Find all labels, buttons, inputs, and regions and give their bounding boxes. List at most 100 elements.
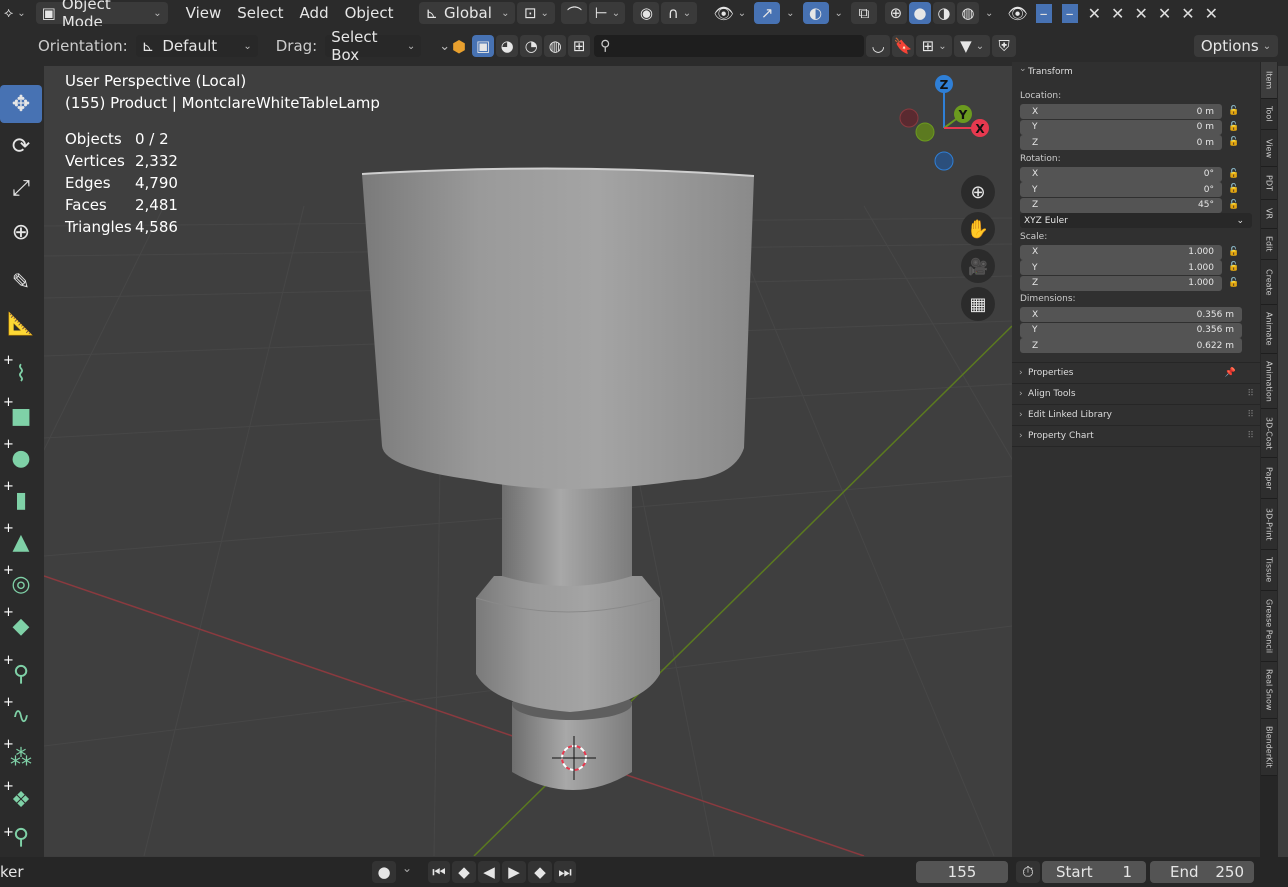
- drag-dropdown[interactable]: Select Box ⌄: [325, 28, 422, 64]
- visibility-eye-icon[interactable]: 👁: [713, 4, 733, 23]
- menu-object[interactable]: Object: [337, 4, 402, 22]
- menu-view[interactable]: View: [178, 4, 230, 22]
- rotation-y-field[interactable]: Y 0°: [1020, 182, 1222, 197]
- close-icon[interactable]: ✕: [1205, 4, 1218, 23]
- curve-icon[interactable]: ◡: [866, 35, 891, 57]
- property-chart-section-header[interactable]: Property Chart⠿: [1012, 426, 1260, 447]
- add-object-tool-5[interactable]: + ⚲: [0, 825, 42, 850]
- camera-button[interactable]: 🎥: [961, 249, 995, 283]
- scale-tool[interactable]: ⤢: [0, 169, 42, 207]
- hierarchy-icon[interactable]: ⊞: [568, 35, 591, 57]
- close-icon[interactable]: ✕: [1158, 4, 1171, 23]
- jump-end-button[interactable]: ⏭: [554, 861, 576, 883]
- edit-linked-library-section-header[interactable]: Edit Linked Library⠿: [1012, 405, 1260, 426]
- stopwatch-button[interactable]: ⏱: [1016, 861, 1040, 883]
- shading-solid[interactable]: ●: [908, 2, 931, 24]
- add-cube-tool[interactable]: + ■: [0, 395, 42, 435]
- jump-start-button[interactable]: ⏮: [428, 861, 450, 883]
- dimensions-y-field[interactable]: Y 0.356 m: [1020, 322, 1242, 338]
- editor-type-icon[interactable]: ⟡: [4, 5, 13, 21]
- eye-icon[interactable]: 👁: [1007, 4, 1027, 23]
- tab-item[interactable]: Item: [1261, 62, 1277, 99]
- lock-icon[interactable]: 🔓: [1228, 278, 1239, 288]
- lock-icon[interactable]: 🔓: [1228, 169, 1239, 179]
- drag-handle-icon[interactable]: ⠿: [1247, 405, 1254, 425]
- close-icon[interactable]: ✕: [1134, 4, 1147, 23]
- add-object-tool-3[interactable]: + ⁂: [0, 737, 42, 777]
- close-icon[interactable]: ✕: [1088, 4, 1101, 23]
- add-object-tool-4[interactable]: + ❖: [0, 779, 42, 819]
- tab-grease-pencil[interactable]: Grease Pencil: [1261, 591, 1277, 662]
- lock-icon[interactable]: 🔓: [1228, 137, 1239, 147]
- keyframe-record-button[interactable]: ●: [372, 861, 396, 883]
- add-wedge-tool[interactable]: + ◆: [0, 605, 42, 645]
- prev-keyframe-button[interactable]: ◆: [452, 861, 476, 883]
- world-icon[interactable]: ◍: [544, 35, 567, 57]
- tab-create[interactable]: Create: [1261, 260, 1277, 305]
- tab-blenderkit[interactable]: BlenderKit: [1261, 719, 1277, 776]
- close-icon[interactable]: ✕: [1181, 4, 1194, 23]
- zoom-button[interactable]: ⊕: [961, 175, 995, 209]
- lock-icon[interactable]: 🔓: [1228, 247, 1239, 257]
- perspective-toggle-button[interactable]: ▦: [961, 287, 995, 321]
- lock-icon[interactable]: 🔓: [1228, 122, 1239, 132]
- transform-orientation-selector[interactable]: ⊾ Global ⌄: [419, 2, 516, 24]
- tab-vr[interactable]: VR: [1261, 200, 1277, 229]
- shading-sphere2-icon[interactable]: ◔: [520, 35, 543, 57]
- tab-3d-print[interactable]: 3D-Print: [1261, 499, 1277, 550]
- drag-handle-icon[interactable]: ⠿: [1247, 384, 1254, 404]
- add-plane-tool[interactable]: + ⌇: [0, 353, 42, 393]
- xray-toggle[interactable]: ⧉: [850, 2, 877, 24]
- chevron-down-icon[interactable]: ⌄: [439, 39, 450, 54]
- pivot-point-button[interactable]: ⊡ ⌄: [517, 2, 556, 24]
- shading-material[interactable]: ◑: [932, 2, 955, 24]
- rotation-mode-dropdown[interactable]: XYZ Euler ⌄: [1020, 213, 1252, 228]
- drag-handle-icon[interactable]: ⠿: [1247, 426, 1254, 446]
- location-z-field[interactable]: Z0 m: [1020, 135, 1222, 150]
- orientation-dropdown[interactable]: ⊾ Default ⌄: [135, 35, 258, 57]
- pan-button[interactable]: ✋: [961, 212, 995, 246]
- scale-x-field[interactable]: X 1.000: [1020, 244, 1222, 260]
- annotate-tool[interactable]: ✎: [0, 263, 42, 301]
- align-tools-section-header[interactable]: Align Tools⠿: [1012, 384, 1260, 405]
- end-frame-field[interactable]: End 250: [1150, 861, 1254, 883]
- select-mode-icon[interactable]: ▣: [472, 35, 495, 57]
- add-object-tool-2[interactable]: + ∿: [0, 695, 42, 735]
- bookmark-icon[interactable]: 🔖: [892, 35, 915, 57]
- shading-sphere-icon[interactable]: ◕: [496, 35, 519, 57]
- tab-paper[interactable]: Paper: [1261, 458, 1277, 499]
- shading-wireframe[interactable]: ⊕: [884, 2, 907, 24]
- properties-section-header[interactable]: Properties📌: [1012, 363, 1260, 384]
- menu-select[interactable]: Select: [229, 4, 291, 22]
- gizmo-toggle[interactable]: ↗: [754, 2, 781, 24]
- current-frame-field[interactable]: 155: [916, 861, 1008, 883]
- transform-section-header[interactable]: Transform: [1012, 59, 1260, 82]
- search-box[interactable]: ⚲: [594, 35, 865, 57]
- color-cube-icon[interactable]: ⬢: [452, 37, 466, 56]
- next-keyframe-button[interactable]: ◆: [528, 861, 552, 883]
- menu-add[interactable]: Add: [292, 4, 337, 22]
- filter-icon[interactable]: ▼ ⌄: [954, 35, 991, 57]
- add-cylinder-tool[interactable]: + ▮: [0, 479, 42, 519]
- falloff-button[interactable]: ∩ ⌄: [661, 2, 698, 24]
- scale-y-field[interactable]: Y 1.000: [1020, 260, 1222, 275]
- tab-animation[interactable]: Animation: [1261, 354, 1277, 409]
- tab-3d-coat[interactable]: 3D-Coat: [1261, 409, 1277, 458]
- close-icon[interactable]: ✕: [1111, 4, 1124, 23]
- lock-icon[interactable]: 🔓: [1228, 200, 1239, 210]
- shading-rendered[interactable]: ◍: [956, 2, 979, 24]
- pin-icon[interactable]: 📌: [1225, 363, 1236, 383]
- navigation-gizmo[interactable]: Z Y X: [890, 70, 1000, 180]
- lamp-mesh[interactable]: [361, 167, 755, 790]
- add-cone-tool[interactable]: + ▲: [0, 521, 42, 561]
- add-object-tool-1[interactable]: + ⚲: [0, 653, 42, 693]
- move-tool[interactable]: ✥: [0, 85, 42, 123]
- tab-view[interactable]: View: [1261, 130, 1277, 167]
- transform-tool[interactable]: ⊕: [0, 213, 42, 251]
- proportional-edit-toggle[interactable]: ◉: [633, 2, 660, 24]
- mode-selector[interactable]: ▣ Object Mode ⌄: [35, 0, 168, 31]
- tab-pdt[interactable]: PDT: [1261, 167, 1277, 200]
- dimensions-x-field[interactable]: X 0.356 m: [1020, 307, 1242, 322]
- rotation-x-field[interactable]: X 0°: [1020, 166, 1222, 182]
- minimize-icon[interactable]: –: [1061, 3, 1078, 23]
